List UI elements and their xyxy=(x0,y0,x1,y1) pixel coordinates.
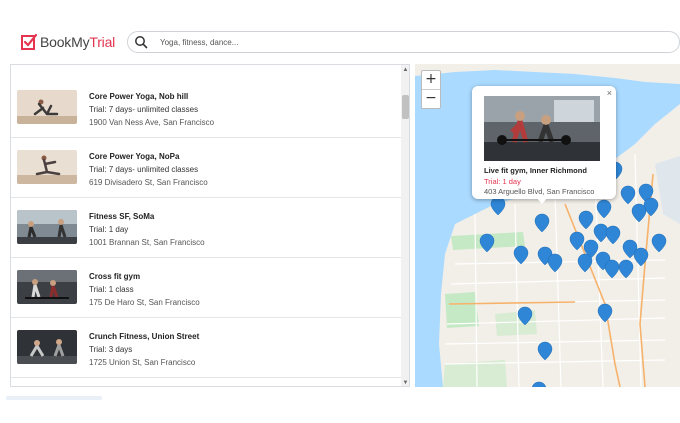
listing-panel: Core Power Yoga, Nob hill Trial: 7 days-… xyxy=(10,64,410,387)
list-item[interactable]: Core Power Yoga, Nob hill Trial: 7 days-… xyxy=(11,78,401,138)
listing-name[interactable]: Core Power Yoga, NoPa xyxy=(89,152,179,161)
listing-trial: Trial: 7 days- unlimited classes xyxy=(89,105,199,114)
close-icon[interactable]: × xyxy=(607,88,612,98)
logo[interactable]: BookMyTrial xyxy=(20,33,115,51)
listing-name[interactable]: Cross fit gym xyxy=(89,272,140,281)
listing-trial: Trial: 1 day xyxy=(89,225,129,234)
gym-photo xyxy=(17,330,77,364)
listing-name[interactable]: Crunch Fitness, Union Street xyxy=(89,332,199,341)
scroll-down-arrow-icon[interactable]: ▼ xyxy=(401,378,409,386)
popup-pointer xyxy=(536,197,548,204)
logo-suffix: Trial xyxy=(89,34,116,50)
listing-address: 1900 Van Ness Ave, San Francisco xyxy=(89,118,215,127)
popup-address: 403 Arguello Blvd, San Francisco xyxy=(484,187,595,196)
list-item[interactable]: Cross fit gym Trial: 1 class 175 De Haro… xyxy=(11,258,401,318)
list-item[interactable]: Core Power Yoga, NoPa Trial: 7 days- unl… xyxy=(11,138,401,198)
logo-prefix: BookMy xyxy=(40,34,90,50)
page-footer-bar xyxy=(6,396,102,400)
listing-address: 1001 Brannan St, San Francisco xyxy=(89,238,205,247)
scrollbar-thumb[interactable] xyxy=(402,95,409,119)
listing-trial: Trial: 7 days- unlimited classes xyxy=(89,165,199,174)
logo-text: BookMyTrial xyxy=(40,34,115,50)
top-bar: BookMyTrial xyxy=(0,0,680,64)
popup-trial: Trial: 1 day xyxy=(484,177,521,186)
gym-photo xyxy=(484,96,600,161)
yoga-photo xyxy=(17,150,77,184)
scroll-up-arrow-icon[interactable]: ▲ xyxy=(401,65,409,75)
zoom-out-button[interactable]: − xyxy=(422,90,440,108)
list-item[interactable]: Fitness SF, SoMa Trial: 1 day 1001 Brann… xyxy=(11,198,401,258)
map[interactable]: + − × Live fit gym, Inner Richmond Trial… xyxy=(415,64,680,387)
gym-photo xyxy=(17,270,77,304)
logo-check-icon xyxy=(21,33,38,50)
listing-address: 1725 Union St, San Francisco xyxy=(89,358,196,367)
listing-name[interactable]: Fitness SF, SoMa xyxy=(89,212,154,221)
zoom-in-button[interactable]: + xyxy=(422,71,440,90)
search-icon[interactable] xyxy=(134,35,148,49)
popup-title[interactable]: Live fit gym, Inner Richmond xyxy=(484,166,587,175)
listing-name[interactable]: Core Power Yoga, Nob hill xyxy=(89,92,188,101)
listing-address: 175 De Haro St, San Francisco xyxy=(89,298,200,307)
gym-photo xyxy=(17,210,77,244)
map-info-popup: × Live fit gym, Inner Richmond Trial: 1 … xyxy=(472,86,616,204)
listing-trial: Trial: 3 days xyxy=(89,345,133,354)
list-item[interactable]: Crunch Fitness, Union Street Trial: 3 da… xyxy=(11,318,401,378)
listing-trial: Trial: 1 class xyxy=(89,285,134,294)
search-bar[interactable] xyxy=(127,31,680,53)
listing-address: 619 Divisadero St, San Francisco xyxy=(89,178,208,187)
list-scrollbar[interactable]: ▲ ▼ xyxy=(401,65,409,386)
yoga-photo xyxy=(17,90,77,124)
search-input[interactable] xyxy=(158,36,642,48)
zoom-controls: + − xyxy=(421,70,441,109)
